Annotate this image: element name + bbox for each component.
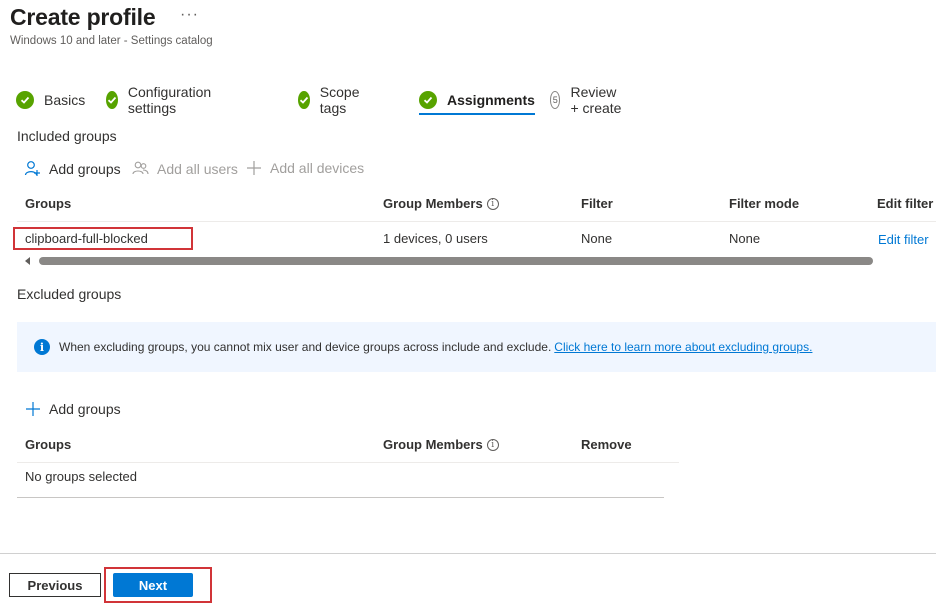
add-groups-label: Add groups xyxy=(49,401,121,417)
step-scope-tags[interactable]: Scope tags xyxy=(298,84,366,116)
step-assignments[interactable]: Assignments xyxy=(419,86,535,115)
excluded-groups-title: Excluded groups xyxy=(17,286,122,302)
checkmark-icon xyxy=(106,91,118,109)
horizontal-scrollbar[interactable] xyxy=(17,255,936,267)
checkmark-icon xyxy=(16,91,34,109)
step-label: Basics xyxy=(44,92,86,108)
step-label: Assignments xyxy=(447,92,535,108)
column-header-groups: Groups xyxy=(25,196,72,211)
info-banner: i When excluding groups, you cannot mix … xyxy=(17,322,936,372)
group-members-cell: 1 devices, 0 users xyxy=(383,231,488,246)
scroll-left-arrow-icon[interactable] xyxy=(25,257,30,265)
step-label: Scope tags xyxy=(319,84,360,116)
add-all-users-label: Add all users xyxy=(157,160,238,177)
users-icon xyxy=(132,160,149,177)
step-basics[interactable]: Basics xyxy=(16,86,85,114)
page-subtitle: Windows 10 and later - Settings catalog xyxy=(10,35,213,47)
next-highlight-box xyxy=(104,567,212,603)
footer-divider xyxy=(0,553,936,554)
column-header-filter-mode: Filter mode xyxy=(729,196,800,211)
excluded-column-header-group-members: Group Members i xyxy=(383,437,499,452)
scrollbar-thumb[interactable] xyxy=(39,257,873,265)
add-excluded-groups-button[interactable]: Add groups xyxy=(25,401,121,417)
column-header-label: Group Members xyxy=(383,196,483,211)
excluded-column-header-groups: Groups xyxy=(25,437,72,452)
step-label: Review + create xyxy=(570,84,622,116)
plus-icon xyxy=(246,160,262,176)
add-groups-button[interactable]: Add groups xyxy=(24,160,121,177)
info-banner-text: When excluding groups, you cannot mix us… xyxy=(59,340,552,354)
excluded-header-divider xyxy=(17,462,679,463)
info-icon[interactable]: i xyxy=(486,438,499,451)
included-groups-title: Included groups xyxy=(17,128,117,144)
step-configuration-settings[interactable]: Configuration settings xyxy=(106,84,217,116)
add-groups-label: Add groups xyxy=(49,160,121,177)
add-all-users-button[interactable]: Add all users xyxy=(132,160,238,177)
checkmark-icon xyxy=(419,91,437,109)
add-person-icon xyxy=(24,160,41,177)
previous-button[interactable]: Previous xyxy=(9,573,101,597)
column-header-group-members: Group Members i xyxy=(383,196,499,211)
info-icon: i xyxy=(34,339,50,355)
header-divider xyxy=(17,221,936,222)
more-options-button[interactable]: ··· xyxy=(180,6,199,24)
edit-filter-link[interactable]: Edit filter xyxy=(878,232,929,247)
info-icon[interactable]: i xyxy=(486,197,499,210)
step-number-icon: 5 xyxy=(550,91,561,109)
column-header-filter: Filter xyxy=(581,196,613,211)
highlight-box xyxy=(13,227,193,250)
add-all-devices-button[interactable]: Add all devices xyxy=(246,160,364,176)
page-title: Create profile xyxy=(10,4,156,30)
step-review-create[interactable]: 5 Review + create xyxy=(550,84,624,116)
excluded-column-header-remove: Remove xyxy=(581,437,632,452)
column-header-label: Group Members xyxy=(383,437,483,452)
empty-state-text: No groups selected xyxy=(25,469,138,484)
excluded-table-bottom-divider xyxy=(17,497,664,498)
step-label: Configuration settings xyxy=(127,84,212,116)
column-header-edit-filter: Edit filter xyxy=(877,196,934,211)
learn-more-link[interactable]: Click here to learn more about excluding… xyxy=(554,340,812,354)
checkmark-icon xyxy=(298,91,310,109)
filter-cell: None xyxy=(581,231,613,246)
plus-icon xyxy=(25,401,41,417)
filter-mode-cell: None xyxy=(729,231,761,246)
add-all-devices-label: Add all devices xyxy=(270,160,365,176)
